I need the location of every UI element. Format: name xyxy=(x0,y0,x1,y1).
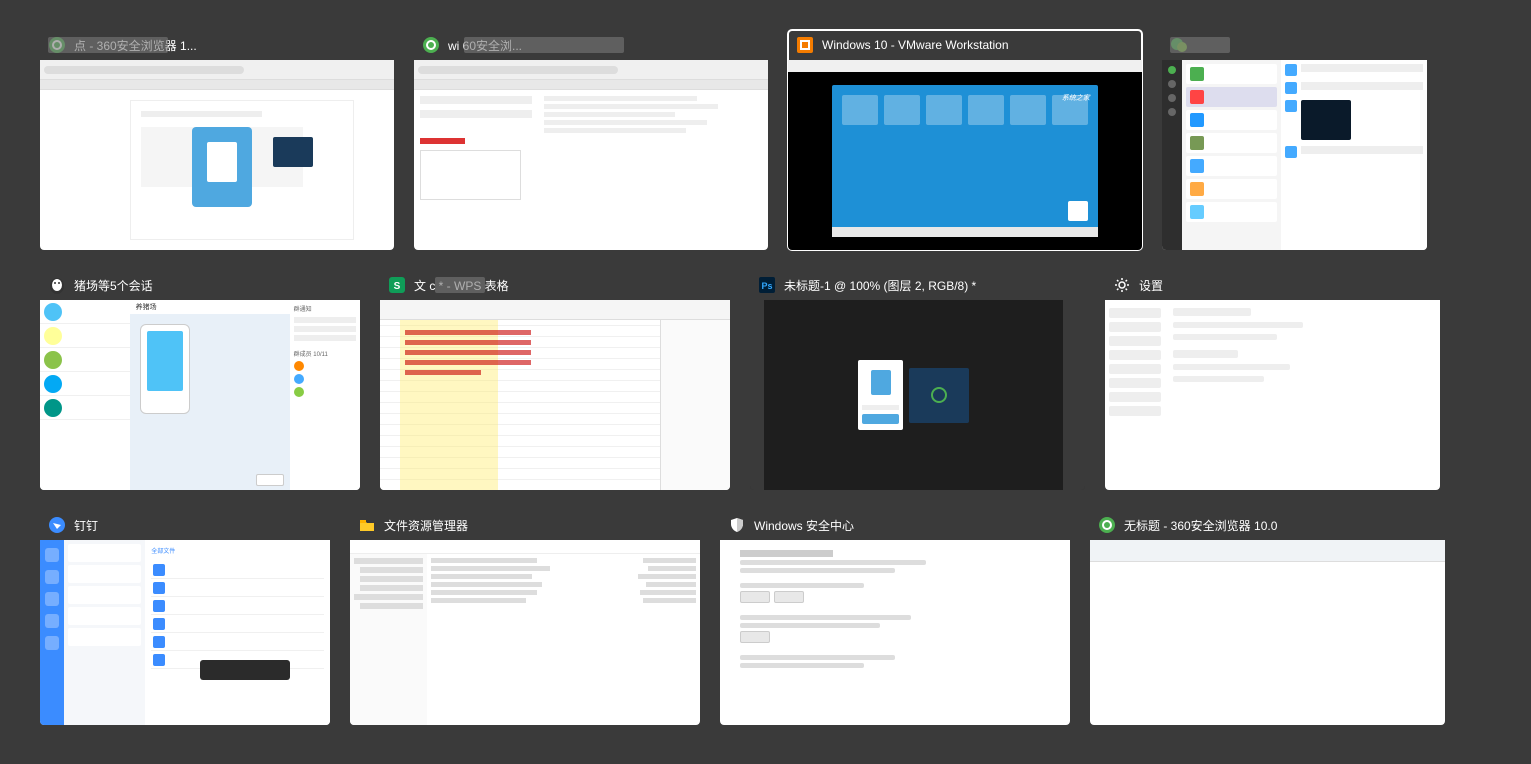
window-title: Windows 安全中心 xyxy=(754,517,854,534)
window-thumbnail xyxy=(40,60,394,250)
context-popup xyxy=(200,660,290,680)
window-thumbnail xyxy=(350,540,700,725)
window-title: 文件资源管理器 xyxy=(384,517,468,534)
window-qq-chat[interactable]: 猪场等5个会话 养猪场 xyxy=(40,270,360,490)
window-wps[interactable]: S 文 c * - WPS 表格 xyxy=(380,270,730,490)
window-security[interactable]: Windows 安全中心 xyxy=(720,510,1070,725)
window-wechat[interactable] xyxy=(1162,30,1427,250)
qq-icon xyxy=(48,276,66,294)
window-dingtalk[interactable]: 钉钉 全部文件 xyxy=(40,510,330,725)
window-photoshop[interactable]: Ps 未标题-1 @ 100% (图层 2, RGB/8) * xyxy=(750,270,1085,490)
settings-icon xyxy=(1113,276,1131,294)
window-thumbnail xyxy=(1105,300,1440,490)
window-thumbnail xyxy=(414,60,768,250)
window-title: 钉钉 xyxy=(74,517,98,534)
window-thumbnail xyxy=(1090,540,1445,725)
vmware-icon xyxy=(796,36,814,54)
blurred-title xyxy=(435,277,485,293)
window-360-blank[interactable]: 无标题 - 360安全浏览器 10.0 xyxy=(1090,510,1445,725)
window-360-browser-2[interactable]: wi 60安全浏... xyxy=(414,30,768,250)
window-title: 未标题-1 @ 100% (图层 2, RGB/8) * xyxy=(784,277,976,294)
window-title: Windows 10 - VMware Workstation xyxy=(822,38,1009,52)
svg-text:Ps: Ps xyxy=(761,281,772,291)
members-label: 群成员 10/11 xyxy=(294,349,356,358)
photoshop-icon: Ps xyxy=(758,276,776,294)
vm-logo: 系统之家 xyxy=(1062,93,1090,103)
window-thumbnail: 系统之家 xyxy=(788,60,1142,250)
window-title: 无标题 - 360安全浏览器 10.0 xyxy=(1124,517,1277,534)
svg-text:S: S xyxy=(394,281,401,292)
chat-title: 养猪场 xyxy=(130,300,290,314)
window-title: 猪场等5个会话 xyxy=(74,277,153,294)
folder-icon xyxy=(358,516,376,534)
task-view-overlay: 点 - 360安全浏览器 1... xyxy=(0,0,1531,764)
browser-360-icon xyxy=(422,36,440,54)
window-file-explorer[interactable]: 文件资源管理器 xyxy=(350,510,700,725)
browser-360-icon xyxy=(1098,516,1116,534)
window-thumbnail xyxy=(1162,60,1427,250)
window-thumbnail xyxy=(380,300,730,490)
dingtalk-icon xyxy=(48,516,66,534)
window-360-browser-1[interactable]: 点 - 360安全浏览器 1... xyxy=(40,30,394,250)
window-thumbnail xyxy=(750,300,1085,490)
blurred-title xyxy=(464,37,624,53)
window-title: 设置 xyxy=(1139,277,1163,294)
blurred-title xyxy=(48,37,168,53)
window-settings[interactable]: 设置 xyxy=(1105,270,1440,490)
wps-icon: S xyxy=(388,276,406,294)
window-thumbnail xyxy=(720,540,1070,725)
blurred-title xyxy=(1170,37,1230,53)
window-thumbnail: 全部文件 xyxy=(40,540,330,725)
shield-icon xyxy=(728,516,746,534)
window-thumbnail: 养猪场 群通知 群成员 10/11 xyxy=(40,300,360,490)
window-vmware[interactable]: Windows 10 - VMware Workstation 系统之家 xyxy=(788,30,1142,250)
